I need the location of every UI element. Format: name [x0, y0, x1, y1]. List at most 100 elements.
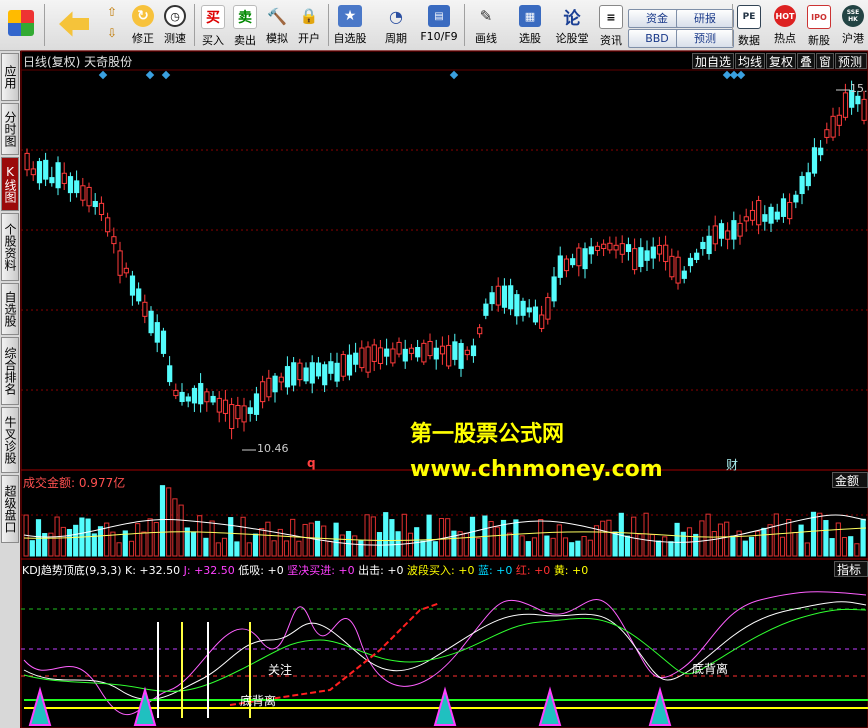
volume-bar [159, 485, 166, 557]
toolbar-draw[interactable]: ✎ 画线 [468, 2, 504, 48]
candle-body [489, 292, 495, 305]
candle-body [607, 242, 613, 251]
candle-body [222, 399, 229, 414]
volume-bar [736, 530, 742, 557]
volume-bar [401, 513, 407, 557]
toolbar-news[interactable]: ≡ 资讯 [596, 2, 626, 48]
toolbar-account[interactable]: 🔒 开户 [294, 2, 324, 48]
volume-bar [705, 513, 711, 557]
candle-body [346, 354, 353, 376]
toolbar-revise[interactable]: ↻ 修正 [128, 2, 158, 48]
data-pe-icon: PE [737, 5, 761, 29]
predict-button[interactable]: 预测 [835, 53, 867, 69]
bottom-signal-triangle [648, 686, 672, 726]
tab-level2[interactable]: 超级盘口 [1, 475, 19, 543]
candle-body [743, 216, 749, 222]
toolbar-forum[interactable]: 论 论股堂 [552, 2, 592, 48]
adjust-button[interactable]: 复权 [766, 53, 796, 69]
forecast-button[interactable]: 预测 [676, 29, 734, 48]
candle-body [297, 362, 303, 381]
volume-bar [494, 526, 500, 557]
volume-bar [48, 532, 54, 557]
toolbar-data[interactable]: PE 数据 [734, 2, 764, 48]
toolbar-updown[interactable]: ⇧ ⇩ [100, 2, 124, 48]
candle-body [619, 243, 625, 255]
volume-bar [457, 531, 463, 557]
candle-body [787, 201, 793, 220]
volume-bar [649, 534, 655, 557]
volume-bar [426, 514, 432, 557]
volume-bar [42, 533, 48, 557]
tab-watchlist[interactable]: 自选股 [1, 283, 19, 335]
ipo-icon: IPO [807, 5, 831, 29]
candle-body [681, 270, 687, 279]
financial-marker[interactable]: 财 [726, 456, 738, 473]
volume-bar [246, 542, 252, 557]
candle-body [272, 375, 278, 393]
volume-bar [277, 528, 283, 557]
volume-bar [835, 522, 841, 557]
volume-bar [147, 518, 153, 557]
candle-body [30, 168, 36, 176]
kdj-j-line [23, 591, 867, 715]
tab-kline[interactable]: K线图 [1, 157, 19, 211]
volume-bar [314, 520, 321, 557]
toolbar-ipo[interactable]: IPO 新股 [804, 2, 834, 48]
amount-tab[interactable]: 金额 [832, 472, 868, 488]
research-button[interactable]: 研报 [676, 9, 734, 28]
volume-bar [463, 532, 469, 557]
toolbar-f10[interactable]: ▤ F10/F9 [416, 2, 462, 48]
tab-intraday[interactable]: 分时图 [1, 103, 19, 155]
toolbar-buy[interactable]: 买 买入 [198, 2, 228, 48]
volume-bar [618, 512, 624, 557]
tab-apps[interactable]: 应用 [1, 53, 19, 101]
candle-body [588, 246, 594, 255]
volume-bar [54, 516, 60, 557]
event-marker-q[interactable]: q [307, 456, 316, 470]
volume-bar [841, 537, 848, 557]
tab-ranking[interactable]: 综合排名 [1, 337, 19, 405]
candles [24, 80, 867, 440]
candle-body [80, 185, 86, 201]
volume-bar [761, 527, 767, 557]
volume-bar [376, 532, 383, 557]
volume-bar [854, 543, 860, 557]
volume-bar [438, 518, 445, 557]
candle-body [477, 327, 483, 335]
candle-body [92, 200, 98, 208]
candle-body [762, 214, 768, 222]
volume-bar [252, 533, 259, 557]
tab-diagnosis[interactable]: 牛叉诊股 [1, 407, 19, 473]
volume-bar [265, 521, 271, 557]
volume-bar [724, 521, 730, 557]
tab-profile[interactable]: 个股资料 [1, 213, 19, 281]
toolbar-period[interactable]: ◔ 周期 [376, 2, 416, 48]
volume-bar [519, 535, 525, 557]
toolbar-speed[interactable]: ◷ 测速 [160, 2, 190, 48]
window-button[interactable]: 窗 [816, 53, 834, 69]
toolbar-windows[interactable] [4, 2, 38, 48]
toolbar-hk[interactable]: SSE HK 沪港 [838, 2, 868, 48]
indicator-tab[interactable]: 指标 [834, 561, 868, 577]
volume-bar [296, 540, 302, 557]
candle-body [830, 115, 836, 138]
toolbar-sell[interactable]: 卖 卖出 [230, 2, 260, 48]
overlay-button[interactable]: 叠 [797, 53, 815, 69]
volume-bar [817, 512, 823, 557]
candle-body [638, 247, 644, 267]
volume-bar [730, 535, 736, 557]
toolbar-screen[interactable]: ▦ 选股 [512, 2, 548, 48]
toolbar-back[interactable] [54, 2, 94, 48]
toolbar-hot[interactable]: HOT 热点 [770, 2, 800, 48]
volume-bar [290, 518, 296, 557]
annotation-watch: 关注 [268, 663, 293, 677]
indicator-item-yellow: 黄: +0 [553, 564, 589, 577]
volume-ma-lines [23, 514, 867, 546]
toolbar-simulate[interactable]: 🔨 模拟 [262, 2, 292, 48]
ma-button[interactable]: 均线 [735, 53, 765, 69]
candle-body [253, 393, 260, 415]
add-watchlist-button[interactable]: 加自选 [692, 53, 734, 69]
toolbar-watchlist[interactable]: ★ 自选股 [330, 2, 370, 48]
kline-chart[interactable] [0, 0, 868, 728]
k-value: K: +32.50 [125, 564, 181, 577]
